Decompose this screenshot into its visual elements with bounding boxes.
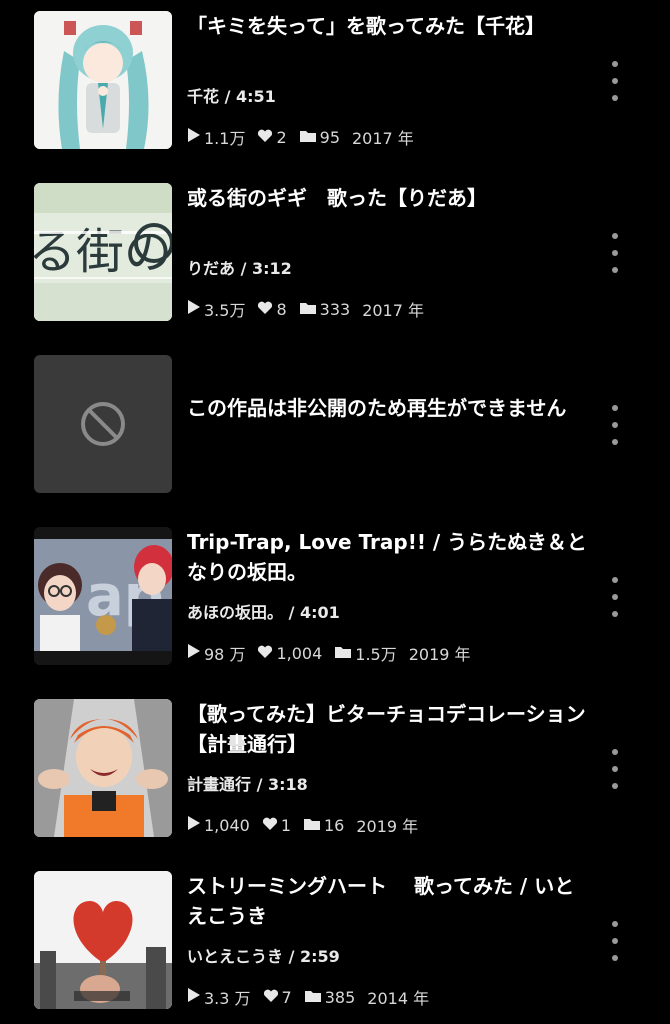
video-title[interactable]: Trip-Trap, Love Trap!! / うらたぬき＆となりの坂田。	[187, 527, 587, 587]
folder-icon	[304, 988, 322, 1007]
folder-icon	[303, 816, 321, 835]
more-options-button[interactable]	[603, 575, 627, 619]
view-count: 3.5万	[187, 297, 245, 321]
mylist-count: 1.5万	[334, 641, 397, 665]
like-count: 8	[257, 299, 287, 319]
more-vertical-icon	[612, 921, 618, 927]
video-list: 「キミを失って」を歌ってみた【千花】 千花 / 4:51 1.1万 2 95 2…	[0, 0, 670, 1024]
mylist-count: 16	[303, 816, 344, 835]
like-count-value: 7	[281, 987, 292, 1007]
view-count-value: 1,040	[204, 815, 250, 835]
private-placeholder	[34, 355, 172, 493]
like-count-value: 8	[276, 299, 287, 319]
view-count: 3.3 万	[187, 985, 251, 1009]
more-vertical-icon	[612, 233, 618, 239]
view-count-value: 3.3 万	[204, 989, 251, 1008]
upload-year: 2017 年	[352, 129, 414, 148]
private-message: この作品は非公開のため再生ができません	[187, 396, 567, 420]
more-options-button[interactable]	[603, 231, 627, 275]
video-item[interactable]: る街の 或る街のギギ 歌った【りだあ】 りだあ / 3:12 3.5万 8 33…	[0, 183, 670, 323]
video-title[interactable]: 【歌ってみた】ビターチョコデコレーション【計畫通行】	[187, 699, 587, 759]
mylist-count-value: 385	[324, 987, 356, 1007]
video-item-private[interactable]: この作品は非公開のため再生ができません	[0, 355, 670, 495]
upload-year: 2014 年	[367, 989, 430, 1008]
video-meta: いとえこうき / 2:59	[187, 947, 340, 966]
video-thumbnail[interactable]: る街の	[34, 183, 172, 321]
view-count-value: 1.1万	[204, 129, 246, 148]
video-meta: あほの坂田。 / 4:01	[187, 603, 340, 622]
play-icon	[187, 299, 201, 319]
mylist-count-value: 16	[324, 815, 345, 835]
like-count-value: 2	[276, 127, 287, 147]
video-meta: 千花 / 4:51	[187, 87, 276, 106]
video-title[interactable]: ストリーミングハート 歌ってみた / いとえこうき	[187, 871, 587, 931]
video-item[interactable]: 【歌ってみた】ビターチョコデコレーション【計畫通行】 計畫通行 / 3:18 1…	[0, 699, 670, 839]
play-icon	[187, 127, 201, 147]
play-icon	[187, 815, 201, 835]
mylist-count-value: 95	[319, 127, 340, 147]
more-vertical-icon	[612, 577, 618, 583]
video-stats: 1,040 1 16 2019 年	[187, 813, 430, 837]
more-options-button[interactable]	[603, 403, 627, 447]
video-thumbnail[interactable]	[34, 871, 172, 1009]
video-stats: 3.3 万 7 385 2014 年	[187, 985, 441, 1009]
play-icon	[187, 643, 201, 663]
heart-icon	[262, 816, 278, 835]
more-vertical-icon	[612, 405, 618, 411]
like-count: 1,004	[257, 644, 322, 663]
mylist-count: 95	[299, 128, 340, 147]
more-options-button[interactable]	[603, 59, 627, 103]
video-meta: 計畫通行 / 3:18	[187, 775, 308, 794]
like-count-value: 1,004	[276, 643, 323, 663]
mylist-count: 385	[304, 987, 356, 1007]
video-thumbnail[interactable]	[34, 699, 172, 837]
mylist-count-value: 1.5万	[355, 645, 397, 664]
more-vertical-icon	[612, 749, 618, 755]
heart-icon	[257, 128, 273, 147]
heart-icon	[263, 988, 279, 1007]
like-count: 1	[262, 816, 291, 835]
view-count-value: 3.5万	[204, 301, 246, 320]
more-options-button[interactable]	[603, 919, 627, 963]
like-count: 2	[257, 127, 287, 147]
upload-year: 2017 年	[362, 301, 424, 320]
mylist-count-value: 333	[319, 299, 351, 319]
video-stats: 3.5万 8 333 2017 年	[187, 297, 436, 321]
folder-icon	[299, 128, 317, 147]
video-thumbnail[interactable]	[34, 11, 172, 149]
play-icon	[187, 987, 201, 1007]
folder-icon	[299, 300, 317, 319]
more-options-button[interactable]	[603, 747, 627, 791]
like-count: 7	[263, 988, 292, 1007]
view-count: 1.1万	[187, 125, 245, 149]
video-item[interactable]: ap Trip-Trap, Love Trap!! / うらたぬき＆となりの坂田…	[0, 527, 670, 667]
upload-year: 2019 年	[408, 645, 471, 664]
folder-icon	[334, 644, 352, 663]
upload-year: 2019 年	[356, 817, 419, 836]
like-count-value: 1	[280, 815, 291, 835]
prohibited-icon	[81, 402, 125, 446]
video-meta: りだあ / 3:12	[187, 259, 292, 278]
video-item[interactable]: 「キミを失って」を歌ってみた【千花】 千花 / 4:51 1.1万 2 95 2…	[0, 11, 670, 151]
heart-icon	[257, 644, 273, 663]
more-vertical-icon	[612, 61, 618, 67]
view-count-value: 98 万	[204, 645, 246, 664]
heart-icon	[257, 300, 273, 319]
video-item[interactable]: ストリーミングハート 歌ってみた / いとえこうき いとえこうき / 2:59 …	[0, 871, 670, 1011]
mylist-count: 333	[299, 299, 351, 319]
video-thumbnail[interactable]: ap	[34, 527, 172, 665]
view-count: 1,040	[187, 815, 250, 835]
video-title[interactable]: 「キミを失って」を歌ってみた【千花】	[187, 11, 587, 41]
video-stats: 98 万 1,004 1.5万 2019 年	[187, 641, 483, 665]
video-stats: 1.1万 2 95 2017 年	[187, 125, 426, 149]
video-title[interactable]: 或る街のギギ 歌った【りだあ】	[187, 183, 587, 213]
view-count: 98 万	[187, 641, 245, 665]
